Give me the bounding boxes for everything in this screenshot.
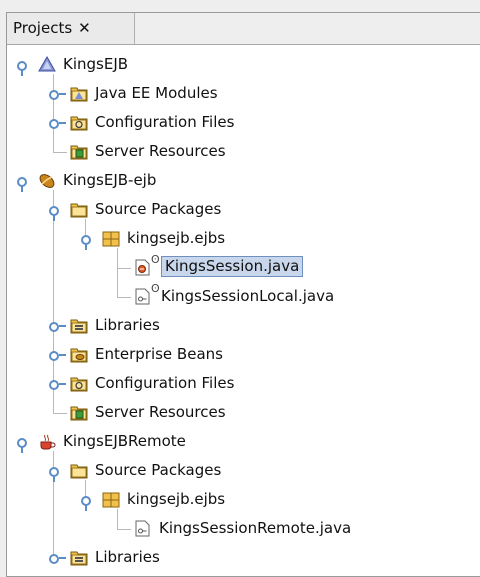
tree-item-label: Server Resources xyxy=(95,403,226,421)
tree-item-label: kingsejb.ejbs xyxy=(127,229,226,247)
tree-row[interactable]: kingsejb.ejbs xyxy=(7,485,480,514)
tree-item-label: Source Packages xyxy=(95,461,222,479)
tree-item-label: kingsejb.ejbs xyxy=(127,490,226,508)
tree-connector xyxy=(53,152,67,153)
tree-item-label: Libraries xyxy=(95,316,160,334)
package-icon xyxy=(102,491,120,508)
tree-item-label: KingsSessionRemote.java xyxy=(159,519,352,537)
tree-row[interactable]: kingsejb.ejbs xyxy=(7,224,480,253)
tree-item-label: Libraries xyxy=(95,548,160,566)
tab-strip: Projects ✕ xyxy=(7,13,480,45)
tree-connector xyxy=(117,268,131,269)
close-icon[interactable]: ✕ xyxy=(78,19,91,37)
config-folder-icon xyxy=(70,114,88,131)
expand-toggle-icon[interactable] xyxy=(45,111,67,135)
package-icon xyxy=(102,230,120,247)
tree-row[interactable]: Server Resources xyxy=(7,398,480,427)
tree-row[interactable]: Configuration Files xyxy=(7,369,480,398)
tree-row[interactable]: ʘ KingsSession.java xyxy=(7,253,480,282)
ejb-project-icon xyxy=(38,172,56,189)
collapse-toggle-icon[interactable] xyxy=(45,198,67,222)
tree-item-label: Server Resources xyxy=(95,142,226,160)
collapse-toggle-icon[interactable] xyxy=(77,488,99,512)
java-session-bean-icon xyxy=(134,259,152,276)
tree-row[interactable]: ʘ KingsSessionLocal.java xyxy=(7,282,480,311)
tree-item-label: KingsEJBRemote xyxy=(63,432,186,450)
tree-item-label: KingsSessionLocal.java xyxy=(161,287,335,305)
server-folder-icon xyxy=(70,143,88,160)
tab-projects[interactable]: Projects ✕ xyxy=(7,13,135,44)
tree-connector xyxy=(117,297,131,298)
expand-toggle-icon[interactable] xyxy=(45,314,67,338)
tree-connector xyxy=(117,529,131,530)
projects-panel: Projects ✕ KingsEJB Java EE Modules Configu… xyxy=(6,12,480,577)
tree-item-label: KingsEJB-ejb xyxy=(63,171,157,189)
link-badge-icon: ʘ xyxy=(151,282,160,295)
expand-toggle-icon[interactable] xyxy=(45,82,67,106)
beans-folder-icon xyxy=(70,346,88,363)
tree-row[interactable]: Configuration Files xyxy=(7,108,480,137)
collapse-toggle-icon[interactable] xyxy=(13,430,35,454)
tree-connector xyxy=(53,413,67,414)
collapse-toggle-icon[interactable] xyxy=(77,227,99,251)
tree-row[interactable]: Source Packages xyxy=(7,456,480,485)
tree-item-label: KingsSession.java xyxy=(161,256,304,277)
collapse-toggle-icon[interactable] xyxy=(13,53,35,77)
tree-row[interactable]: Enterprise Beans xyxy=(7,340,480,369)
tree-row[interactable]: Server Resources xyxy=(7,137,480,166)
source-folder-icon xyxy=(70,462,88,479)
tree-item-label: KingsEJB xyxy=(63,55,129,73)
config-folder-icon xyxy=(70,375,88,392)
expand-toggle-icon[interactable] xyxy=(45,372,67,396)
tree-item-label: Configuration Files xyxy=(95,113,235,131)
enterprise-project-icon xyxy=(38,55,56,73)
tree-item-label: Source Packages xyxy=(95,200,222,218)
expand-toggle-icon[interactable] xyxy=(45,343,67,367)
tree-row[interactable]: Java EE Modules xyxy=(7,79,480,108)
server-folder-icon xyxy=(70,404,88,421)
java-interface-icon xyxy=(134,288,152,305)
java-interface-icon xyxy=(134,520,152,537)
tree-row[interactable]: Libraries xyxy=(7,311,480,340)
link-badge-icon: ʘ xyxy=(151,253,160,266)
tree-row[interactable]: Libraries xyxy=(7,543,480,572)
collapse-toggle-icon[interactable] xyxy=(45,459,67,483)
tree-row[interactable]: KingsEJB xyxy=(7,50,480,79)
tree-item-label: Java EE Modules xyxy=(95,84,218,102)
collapse-toggle-icon[interactable] xyxy=(13,169,35,193)
module-folder-icon xyxy=(70,85,88,102)
source-folder-icon xyxy=(70,201,88,218)
expand-toggle-icon[interactable] xyxy=(45,546,67,570)
tree-row[interactable]: KingsSessionRemote.java xyxy=(7,514,480,543)
tree-row[interactable]: KingsEJB-ejb xyxy=(7,166,480,195)
tab-projects-label: Projects xyxy=(13,19,73,37)
tree-item-label: Configuration Files xyxy=(95,374,235,392)
libraries-folder-icon xyxy=(70,549,88,566)
tree-item-label: Enterprise Beans xyxy=(95,345,223,363)
libraries-folder-icon xyxy=(70,317,88,334)
java-library-project-icon xyxy=(38,433,56,450)
tree-row[interactable]: Source Packages xyxy=(7,195,480,224)
tree-row[interactable]: KingsEJBRemote xyxy=(7,427,480,456)
